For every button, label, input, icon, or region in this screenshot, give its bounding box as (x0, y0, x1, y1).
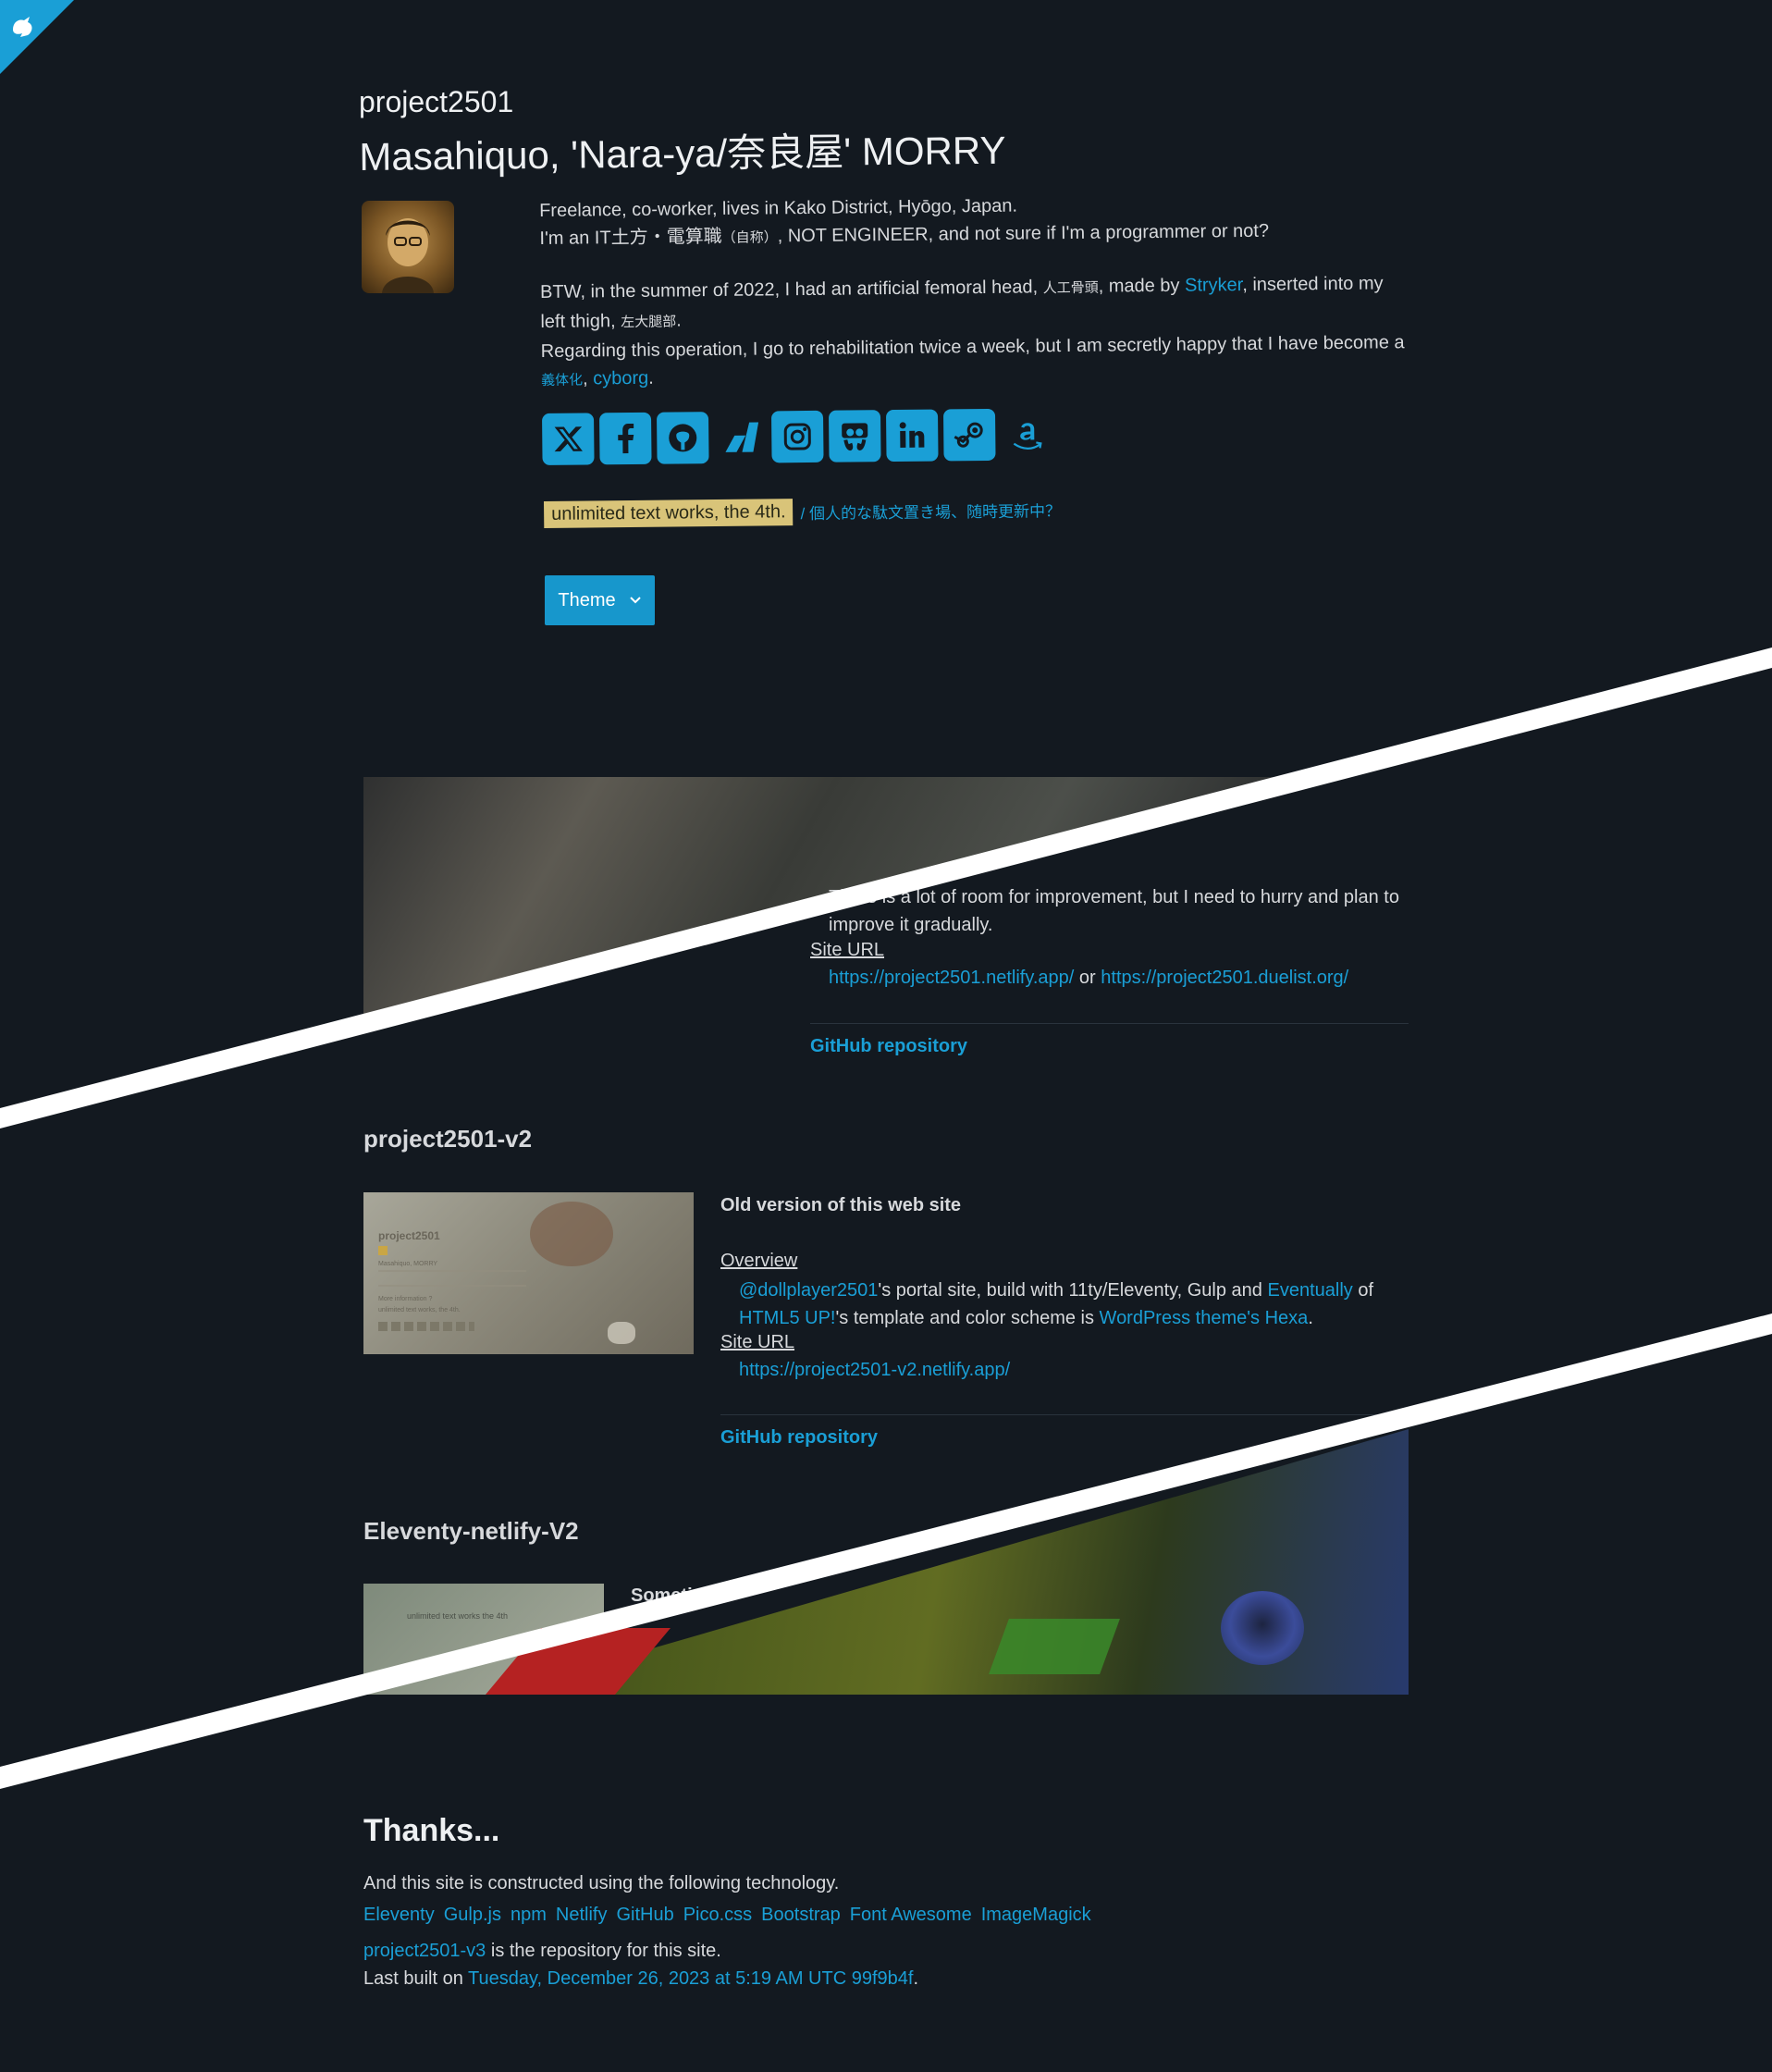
last-built-line: Last built on Tuesday, December 26, 2023… (363, 1968, 918, 1989)
diagonal-divider (0, 648, 1772, 1128)
tech-link[interactable]: npm (511, 1905, 547, 1926)
tech-link[interactable]: Font Awesome (850, 1905, 972, 1926)
tech-link[interactable]: GitHub (616, 1905, 673, 1926)
diagonal-dividers (0, 648, 1772, 1789)
tech-link[interactable]: Netlify (556, 1905, 608, 1926)
thanks-title: Thanks... (363, 1813, 500, 1848)
repository-line: project2501-v3 is the repository for thi… (363, 1941, 721, 1961)
tech-link[interactable]: Bootstrap (761, 1905, 841, 1926)
thanks-text: And this site is constructed using the f… (363, 1873, 840, 1893)
page: project2501 Masahiquo, 'Nara-ya/奈良屋' MOR… (0, 0, 1772, 2072)
tech-list: Eleventy Gulp.js npm Netlify GitHub Pico… (363, 1905, 1091, 1926)
tech-link[interactable]: Gulp.js (444, 1905, 501, 1926)
tech-link[interactable]: Eleventy (363, 1905, 435, 1926)
tech-link[interactable]: ImageMagick (981, 1905, 1091, 1926)
repository-link[interactable]: project2501-v3 (363, 1941, 486, 1961)
tech-link[interactable]: Pico.css (683, 1905, 752, 1926)
commit-link[interactable]: Tuesday, December 26, 2023 at 5:19 AM UT… (468, 1968, 913, 1989)
diagonal-divider (0, 1314, 1772, 1789)
